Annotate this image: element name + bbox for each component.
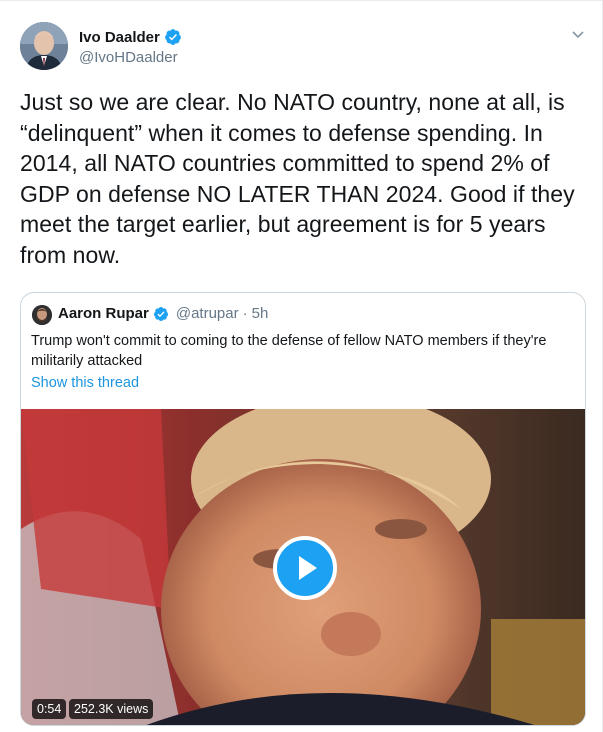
tweet-text: Just so we are clear. No NATO country, n…	[20, 89, 575, 268]
author-handle[interactable]: @IvoHDaalder	[79, 49, 178, 66]
verified-badge-icon	[153, 306, 168, 321]
author-name[interactable]: Ivo Daalder	[79, 29, 160, 46]
play-button[interactable]	[273, 536, 337, 600]
video-player[interactable]: 0:54 252.3K views	[21, 409, 585, 725]
quoted-timestamp[interactable]: 5h	[252, 305, 269, 322]
author-avatar[interactable]	[20, 22, 68, 70]
quoted-tweet-text: Trump won't commit to coming to the defe…	[31, 333, 547, 369]
author-name-row[interactable]: Ivo Daalder	[79, 28, 182, 46]
top-divider	[0, 0, 603, 1]
separator-dot: ·	[242, 305, 248, 322]
quoted-tweet[interactable]: Aaron Rupar @atrupar · 5h Trump won't co…	[20, 292, 586, 726]
quoted-author-avatar[interactable]	[32, 305, 52, 325]
quoted-author-handle[interactable]: @atrupar	[176, 305, 239, 322]
video-view-count: 252.3K views	[69, 699, 154, 719]
verified-badge-icon	[164, 29, 181, 45]
chevron-down-icon[interactable]	[570, 26, 586, 42]
tweet-card: Ivo Daalder @IvoHDaalder Just so we are …	[0, 0, 603, 732]
video-duration: 0:54	[32, 699, 67, 719]
play-icon	[299, 556, 317, 580]
quoted-author-name[interactable]: Aaron Rupar	[58, 305, 149, 322]
quoted-author-row[interactable]: Aaron Rupar @atrupar · 5h	[58, 305, 268, 322]
show-thread-link[interactable]: Show this thread	[31, 375, 139, 391]
